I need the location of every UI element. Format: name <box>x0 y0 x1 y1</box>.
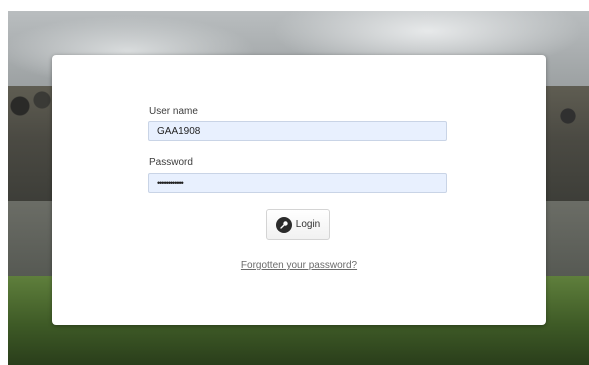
username-label: User name <box>149 106 198 117</box>
login-button[interactable]: Login <box>266 209 330 240</box>
login-card: User name Password Login Forgotten your … <box>52 55 546 325</box>
password-input[interactable] <box>148 173 447 193</box>
username-input[interactable] <box>148 121 447 141</box>
forgot-password-link[interactable]: Forgotten your password? <box>52 260 546 271</box>
password-label: Password <box>149 157 193 168</box>
key-icon <box>275 216 292 233</box>
login-button-label: Login <box>295 219 321 230</box>
